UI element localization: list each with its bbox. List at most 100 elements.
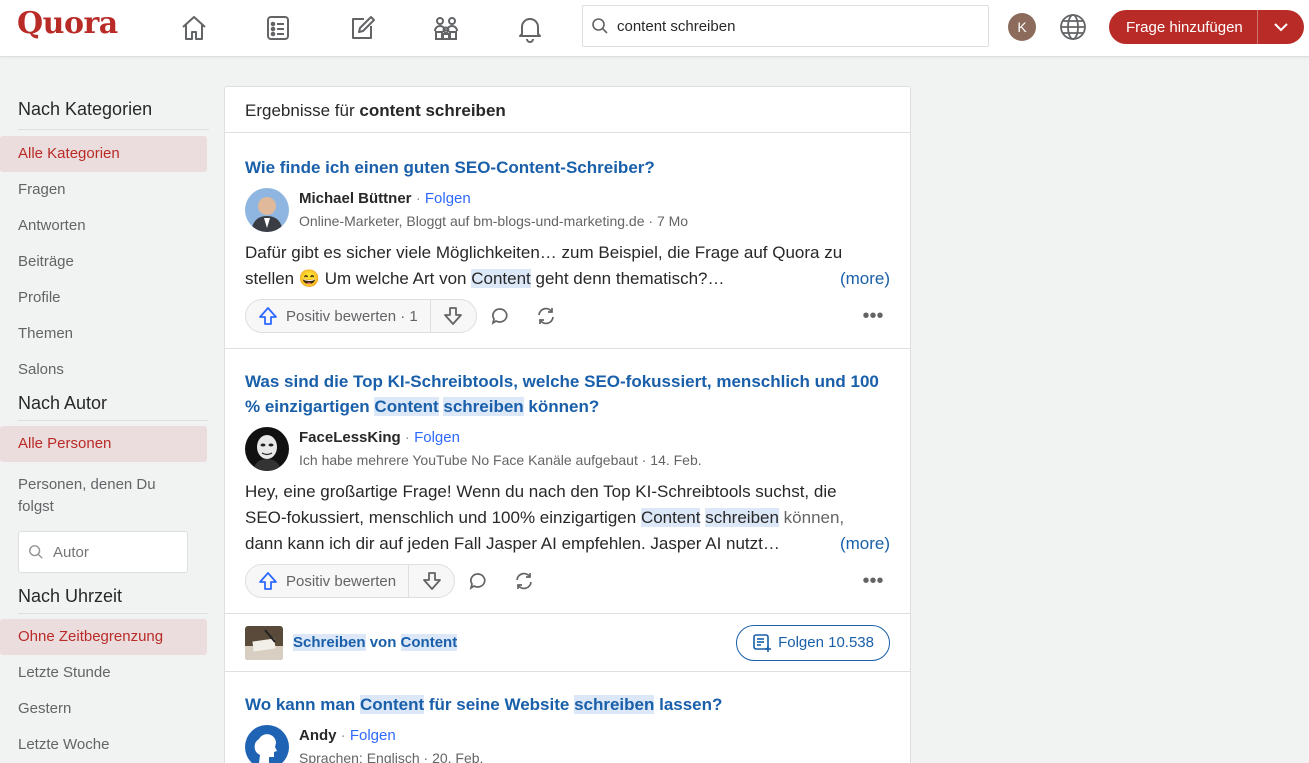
separator-dot: ·: [415, 190, 421, 207]
filter-questions[interactable]: Fragen: [18, 172, 208, 208]
follow-author-link[interactable]: Folgen: [425, 190, 471, 207]
share-repost-icon[interactable]: [501, 564, 547, 598]
question-title[interactable]: Was sind die Top KI-Schreibtools, welche…: [245, 369, 890, 419]
author-input[interactable]: [53, 543, 183, 561]
result-item: Was sind die Top KI-Schreibtools, welche…: [225, 349, 910, 614]
results-query: content schreiben: [359, 101, 506, 120]
answer-snippet[interactable]: Dafür gibt es sicher viele Möglichkeiten…: [245, 240, 890, 292]
author-filter-field[interactable]: [18, 531, 188, 573]
downvote-button[interactable]: [429, 300, 476, 332]
author-row: Michael Büttner · Folgen Online-Marketer…: [245, 188, 890, 232]
action-bar: Positiv bewerten •••: [245, 563, 890, 599]
search-results-panel: Ergebnisse für content schreiben Wie fin…: [224, 86, 911, 763]
answer-snippet[interactable]: Hey, eine großartige Frage! Wenn du nach…: [245, 479, 890, 557]
more-options-icon[interactable]: •••: [856, 564, 890, 598]
section-title-author: Nach Autor: [18, 393, 108, 413]
author-avatar[interactable]: [245, 725, 289, 763]
upvote-button[interactable]: Positiv bewerten · 1: [246, 300, 430, 332]
upvote-button[interactable]: Positiv bewerten: [246, 565, 408, 597]
results-prefix: Ergebnisse für: [245, 101, 355, 120]
snippet-text: geht denn thematisch?…: [530, 269, 725, 288]
search-bar[interactable]: [582, 5, 989, 47]
follow-author-link[interactable]: Folgen: [414, 429, 460, 446]
author-name[interactable]: Michael Büttner: [299, 190, 412, 207]
notifications-bell-icon[interactable]: [510, 8, 550, 48]
follow-topic-icon: [753, 633, 772, 652]
add-question-button[interactable]: Frage hinzufügen: [1109, 10, 1304, 44]
upvote-arrow-icon: [259, 307, 277, 325]
filter-no-time-limit[interactable]: Ohne Zeitbegrenzung: [0, 619, 207, 655]
downvote-arrow-icon: [444, 307, 463, 325]
search-icon: [19, 544, 53, 560]
share-repost-icon[interactable]: [523, 299, 569, 333]
downvote-button[interactable]: [408, 565, 454, 597]
topic-image[interactable]: [245, 625, 283, 660]
snippet-text: SEO-fokussiert, menschlich und 100% einz…: [245, 508, 641, 527]
title-text: Wo kann man: [245, 695, 360, 714]
question-title[interactable]: Wo kann man Content für seine Website sc…: [245, 692, 890, 717]
follow-author-link[interactable]: Folgen: [350, 727, 396, 744]
author-avatar[interactable]: [245, 427, 289, 471]
top-bar: Quora K Frage hinzufügen: [0, 0, 1309, 57]
grinning-emoji-icon: 😄: [298, 269, 321, 288]
filter-spaces[interactable]: Salons: [18, 352, 208, 388]
highlighted-term: Content: [471, 269, 531, 288]
snippet-text: können,: [778, 508, 845, 527]
filter-topics[interactable]: Themen: [18, 316, 208, 352]
separator-dot: ·: [340, 727, 346, 744]
upvote-label: Positiv bewerten: [286, 572, 397, 590]
filter-people-you-follow[interactable]: Personen, denen Du folgst: [18, 462, 168, 525]
author-credential: Ich habe mehrere YouTube No Face Kanäle …: [299, 452, 702, 468]
filter-all-people[interactable]: Alle Personen: [0, 426, 207, 462]
highlighted-term: Content: [640, 508, 701, 527]
result-item: Wo kann man Content für seine Website sc…: [225, 672, 910, 763]
vote-group: Positiv bewerten · 1: [245, 299, 477, 333]
highlighted-term: Schreiben: [293, 634, 366, 651]
highlighted-term: Content: [359, 695, 425, 714]
filter-profiles[interactable]: Profile: [18, 280, 208, 316]
author-row: FaceLessKing · Folgen Ich habe mehrere Y…: [245, 427, 890, 471]
comment-icon[interactable]: [477, 299, 523, 333]
downvote-arrow-icon: [422, 572, 441, 590]
search-input[interactable]: [617, 7, 977, 45]
filter-last-week[interactable]: Letzte Woche: [18, 727, 208, 763]
topic-name-link[interactable]: Schreiben von Content: [293, 634, 736, 651]
more-link[interactable]: (more): [835, 531, 890, 557]
title-text: lassen?: [654, 695, 723, 714]
snippet-line: Dafür gibt es sicher viele Möglichkeiten…: [245, 243, 843, 262]
filter-answers[interactable]: Antworten: [18, 208, 208, 244]
author-avatar[interactable]: [245, 188, 289, 232]
author-name[interactable]: FaceLessKing: [299, 429, 401, 446]
search-icon: [583, 6, 617, 46]
spaces-icon[interactable]: [426, 8, 466, 48]
more-options-icon[interactable]: •••: [856, 299, 890, 333]
more-link[interactable]: (more): [835, 266, 890, 292]
author-credential: Online-Marketer, Bloggt auf bm-blogs-und…: [299, 213, 689, 229]
following-list-icon[interactable]: [258, 8, 298, 48]
profile-avatar[interactable]: K: [1008, 13, 1036, 41]
vote-group: Positiv bewerten: [245, 564, 456, 598]
follow-topic-label: Folgen 10.538: [778, 634, 874, 651]
language-globe-icon[interactable]: [1056, 10, 1090, 44]
chevron-down-icon[interactable]: [1258, 10, 1304, 44]
question-title[interactable]: Wie finde ich einen guten SEO-Content-Sc…: [245, 155, 890, 180]
related-topic-row: Schreiben von Content Folgen 10.538: [225, 614, 910, 672]
filter-last-hour[interactable]: Letzte Stunde: [18, 655, 208, 691]
quora-logo[interactable]: Quora: [17, 6, 118, 41]
filter-all-categories[interactable]: Alle Kategorien: [0, 136, 207, 172]
comment-icon[interactable]: [455, 564, 501, 598]
author-credential: Sprachen: Englisch · 20. Feb.: [299, 750, 484, 763]
filter-yesterday[interactable]: Gestern: [18, 691, 208, 727]
topic-text: von: [365, 634, 401, 651]
filter-posts[interactable]: Beiträge: [18, 244, 208, 280]
section-title-time: Nach Uhrzeit: [18, 586, 123, 606]
upvote-arrow-icon: [259, 572, 277, 590]
highlighted-term: schreiben: [443, 397, 524, 416]
result-item: Wie finde ich einen guten SEO-Content-Sc…: [225, 133, 910, 349]
follow-topic-button[interactable]: Folgen 10.538: [736, 624, 890, 661]
home-icon[interactable]: [174, 8, 214, 48]
answer-edit-icon[interactable]: [342, 8, 382, 48]
snippet-text: Um welche Art von: [320, 269, 472, 288]
author-name[interactable]: Andy: [299, 727, 337, 744]
title-text: für seine Website: [424, 695, 575, 714]
